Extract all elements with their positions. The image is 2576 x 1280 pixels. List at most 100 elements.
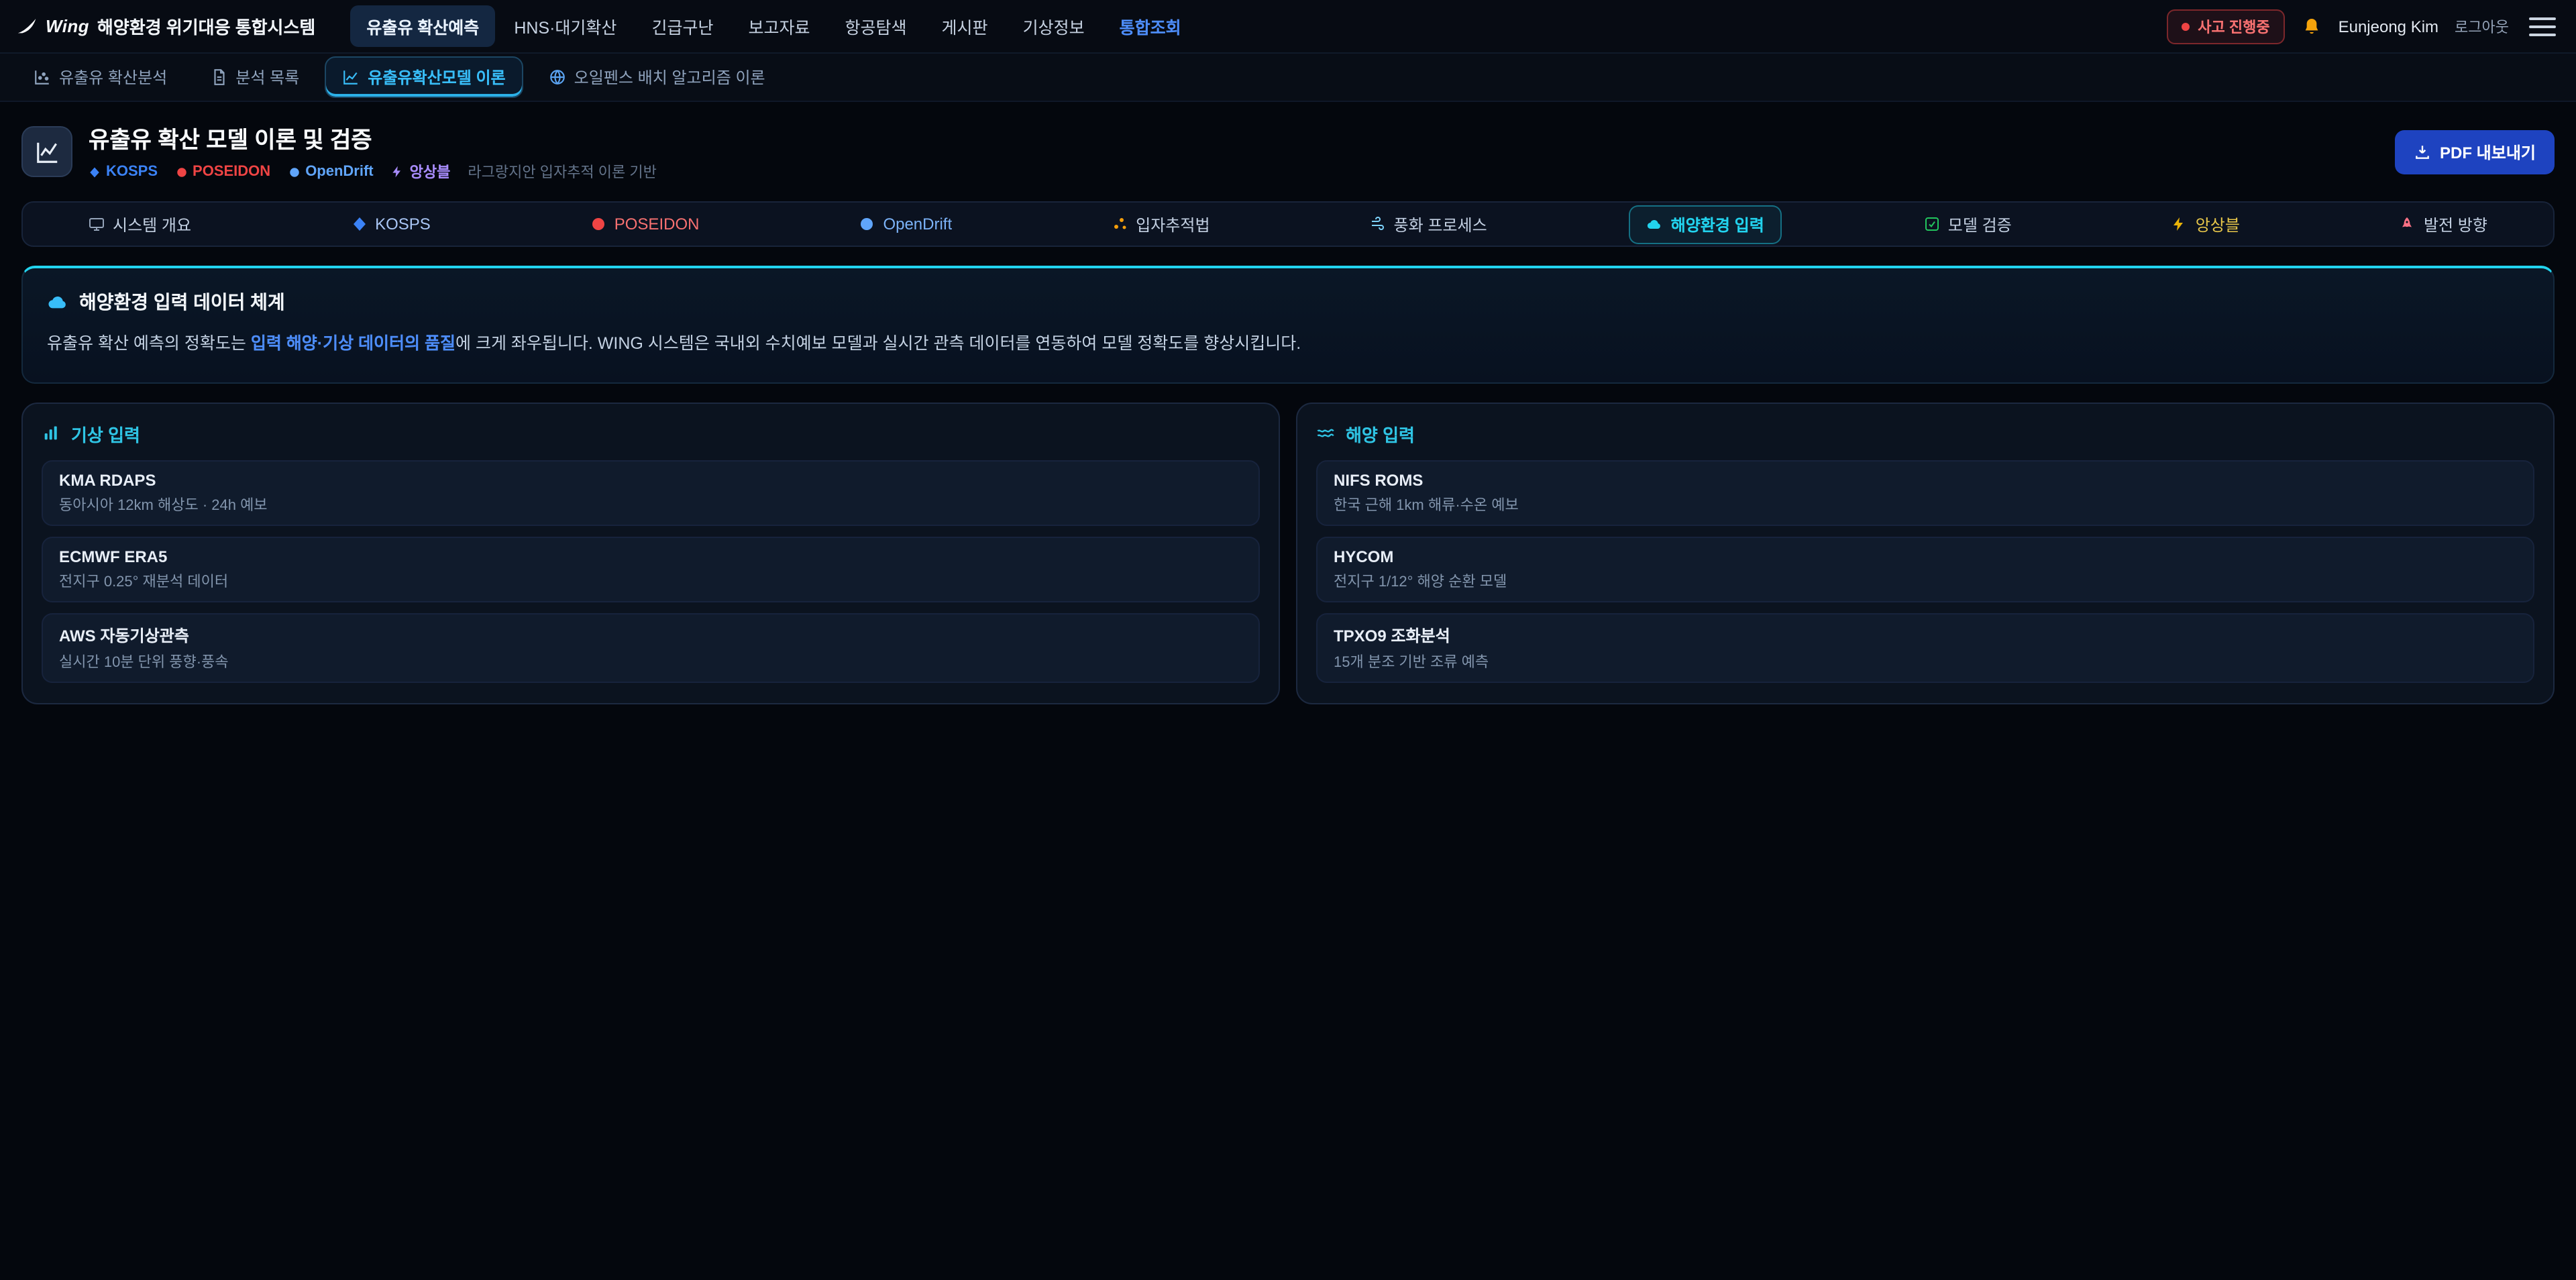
tab-label: 분석 목록 — [235, 66, 299, 89]
nav-item-aerial-search[interactable]: 항공탐색 — [829, 5, 923, 47]
panel-body-text: 유출유 확산 예측의 정확도는 입력 해양·기상 데이터의 품질에 크게 좌우됩… — [47, 330, 2529, 358]
source-desc: 한국 근해 1km 해류·수온 예보 — [1334, 493, 2517, 515]
tab-spill-analysis[interactable]: 유출유 확산분석 — [16, 56, 184, 98]
marine-env-input-panel: 해양환경 입력 데이터 체계 유출유 확산 예측의 정확도는 입력 해양·기상 … — [21, 266, 2555, 383]
source-desc: 전지구 0.25° 재분석 데이터 — [59, 570, 1242, 591]
section-nav-opendrift[interactable]: OpenDrift — [841, 207, 969, 242]
source-name: KMA RDAPS — [59, 470, 1242, 489]
menu-hamburger-icon[interactable] — [2525, 10, 2560, 42]
section-nav-future-direction[interactable]: 발전 방향 — [2382, 205, 2505, 244]
tab-bar: 유출유 확산분석 분석 목록 유출유확산모델 이론 오일펜스 배치 알고리즘 이… — [0, 54, 2576, 102]
incident-status-badge[interactable]: 사고 진행중 — [2167, 9, 2284, 44]
page-header: 유출유 확산 모델 이론 및 검증 KOSPS POSEIDON OpenDri… — [0, 102, 2576, 196]
page-title: 유출유 확산 모델 이론 및 검증 — [89, 121, 657, 154]
body-highlight: 입력 해양·기상 데이터의 품질 — [251, 334, 455, 353]
tab-label: 유출유확산모델 이론 — [368, 66, 505, 89]
section-nav-kosps[interactable]: KOSPS — [333, 207, 448, 242]
weather-input-card: 기상 입력 KMA RDAPS 동아시아 12km 해상도 · 24h 예보 E… — [21, 402, 1280, 704]
nav-item-hns-dispersion[interactable]: HNS·대기확산 — [498, 5, 633, 47]
incident-label: 사고 진행중 — [2198, 15, 2269, 37]
particles-icon — [1112, 216, 1128, 232]
list-item: HYCOM 전지구 1/12° 해양 순환 모델 — [1316, 536, 2534, 602]
tab-oil-fence-algorithm[interactable]: 오일펜스 배치 알고리즘 이론 — [531, 56, 783, 98]
tab-analysis-list[interactable]: 분석 목록 — [193, 56, 317, 98]
section-nav-particle-tracking[interactable]: 입자추적법 — [1094, 205, 1227, 244]
logout-button[interactable]: 로그아웃 — [2455, 15, 2509, 37]
tab-label: 유출유 확산분석 — [59, 66, 167, 89]
lightning-icon — [2171, 216, 2188, 232]
top-navigation-bar: Wing 해양환경 위기대응 통합시스템 유출유 확산예측 HNS·대기확산 긴… — [0, 0, 2576, 54]
source-name: AWS 자동기상관측 — [59, 623, 1242, 646]
source-name: TPXO9 조화분석 — [1334, 623, 2517, 646]
section-nav-marine-env-input[interactable]: 해양환경 입력 — [1629, 205, 1782, 244]
section-nav-model-validation[interactable]: 모델 검증 — [1907, 205, 2029, 244]
cloud-icon — [47, 291, 68, 313]
badge-opendrift: OpenDrift — [288, 164, 373, 180]
user-name: Eunjeong Kim — [2339, 17, 2438, 36]
nav-item-reports[interactable]: 보고자료 — [732, 5, 826, 47]
main-nav: 유출유 확산예측 HNS·대기확산 긴급구난 보고자료 항공탐색 게시판 기상정… — [350, 5, 1197, 47]
page-header-text: 유출유 확산 모델 이론 및 검증 KOSPS POSEIDON OpenDri… — [89, 121, 657, 182]
section-nav-weathering-process[interactable]: 풍화 프로세스 — [1352, 205, 1505, 244]
badge-ensemble: 앙상블 — [391, 161, 451, 182]
source-desc: 실시간 10분 단위 풍향·풍속 — [59, 650, 1242, 672]
circle-icon — [590, 216, 606, 232]
list-item: ECMWF ERA5 전지구 0.25° 재분석 데이터 — [42, 536, 1260, 602]
nav-item-emergency-rescue[interactable]: 긴급구난 — [635, 5, 729, 47]
diamond-icon — [89, 166, 101, 178]
section-nav-system-overview[interactable]: 시스템 개요 — [71, 205, 209, 244]
incident-dot-icon — [2182, 22, 2190, 30]
monitor-icon — [89, 216, 105, 232]
app-title: 해양환경 위기대응 통합시스템 — [97, 13, 315, 39]
app-root: Wing 해양환경 위기대응 통합시스템 유출유 확산예측 HNS·대기확산 긴… — [0, 0, 2576, 1280]
circle-icon — [859, 216, 875, 232]
bar-chart-icon — [42, 424, 60, 443]
list-item: AWS 자동기상관측 실시간 10분 단위 풍향·풍속 — [42, 612, 1260, 682]
check-square-icon — [1924, 216, 1940, 232]
section-nav: 시스템 개요 KOSPS POSEIDON OpenDrift 입자추적법 풍화… — [21, 201, 2555, 247]
badge-poseidon: POSEIDON — [175, 164, 270, 180]
pdf-export-button[interactable]: PDF 내보내기 — [2394, 129, 2555, 174]
list-item: NIFS ROMS 한국 근해 1km 해류·수온 예보 — [1316, 460, 2534, 525]
source-name: ECMWF ERA5 — [59, 547, 1242, 566]
page-chart-icon — [21, 126, 72, 177]
tab-label: 오일펜스 배치 알고리즘 이론 — [574, 66, 765, 89]
topbar-right-group: 사고 진행중 Eunjeong Kim 로그아웃 — [2167, 9, 2560, 44]
panel-title: 해양환경 입력 데이터 체계 — [47, 288, 2529, 315]
line-chart-icon — [342, 68, 360, 86]
nav-item-weather-info[interactable]: 기상정보 — [1007, 5, 1101, 47]
circle-icon — [175, 166, 187, 178]
section-nav-ensemble[interactable]: 앙상블 — [2154, 205, 2257, 244]
lightning-icon — [391, 165, 405, 178]
document-list-icon — [210, 68, 227, 86]
card-title-ocean: 해양 입력 — [1316, 421, 2534, 446]
section-nav-poseidon[interactable]: POSEIDON — [573, 207, 717, 242]
app-brand[interactable]: Wing 해양환경 위기대응 통합시스템 — [16, 13, 315, 39]
circle-icon — [288, 166, 300, 178]
source-name: NIFS ROMS — [1334, 470, 2517, 489]
source-name: HYCOM — [1334, 547, 2517, 566]
app-logo-text: Wing — [46, 16, 89, 36]
tab-spill-model-theory[interactable]: 유출유확산모델 이론 — [325, 56, 523, 98]
rocket-icon — [2400, 216, 2416, 232]
scatter-chart-icon — [34, 68, 51, 86]
data-source-cards: 기상 입력 KMA RDAPS 동아시아 12km 해상도 · 24h 예보 E… — [21, 402, 2555, 704]
nav-item-board[interactable]: 게시판 — [926, 5, 1004, 47]
body-suffix: 에 크게 좌우됩니다. WING 시스템은 국내외 수치예보 모델과 실시간 관… — [455, 334, 1301, 353]
list-item: TPXO9 조화분석 15개 분조 기반 조류 예측 — [1316, 612, 2534, 682]
notification-bell-icon[interactable] — [2301, 15, 2322, 37]
body-prefix: 유출유 확산 예측의 정확도는 — [47, 334, 251, 353]
cloud-icon — [1647, 216, 1663, 232]
nav-item-integrated-search[interactable]: 통합조회 — [1104, 5, 1197, 47]
source-desc: 전지구 1/12° 해양 순환 모델 — [1334, 570, 2517, 591]
download-icon — [2413, 143, 2430, 160]
model-badge-row: KOSPS POSEIDON OpenDrift 앙상블 라그랑지안 입자추적 … — [89, 161, 657, 182]
card-title-weather: 기상 입력 — [42, 421, 1260, 446]
source-desc: 15개 분조 기반 조류 예측 — [1334, 650, 2517, 672]
wave-icon — [1316, 424, 1335, 443]
source-desc: 동아시아 12km 해상도 · 24h 예보 — [59, 493, 1242, 515]
nav-item-oil-spill-prediction[interactable]: 유출유 확산예측 — [350, 5, 495, 47]
diamond-icon — [351, 216, 367, 232]
badge-kosps: KOSPS — [89, 164, 158, 180]
ocean-input-card: 해양 입력 NIFS ROMS 한국 근해 1km 해류·수온 예보 HYCOM… — [1296, 402, 2555, 704]
